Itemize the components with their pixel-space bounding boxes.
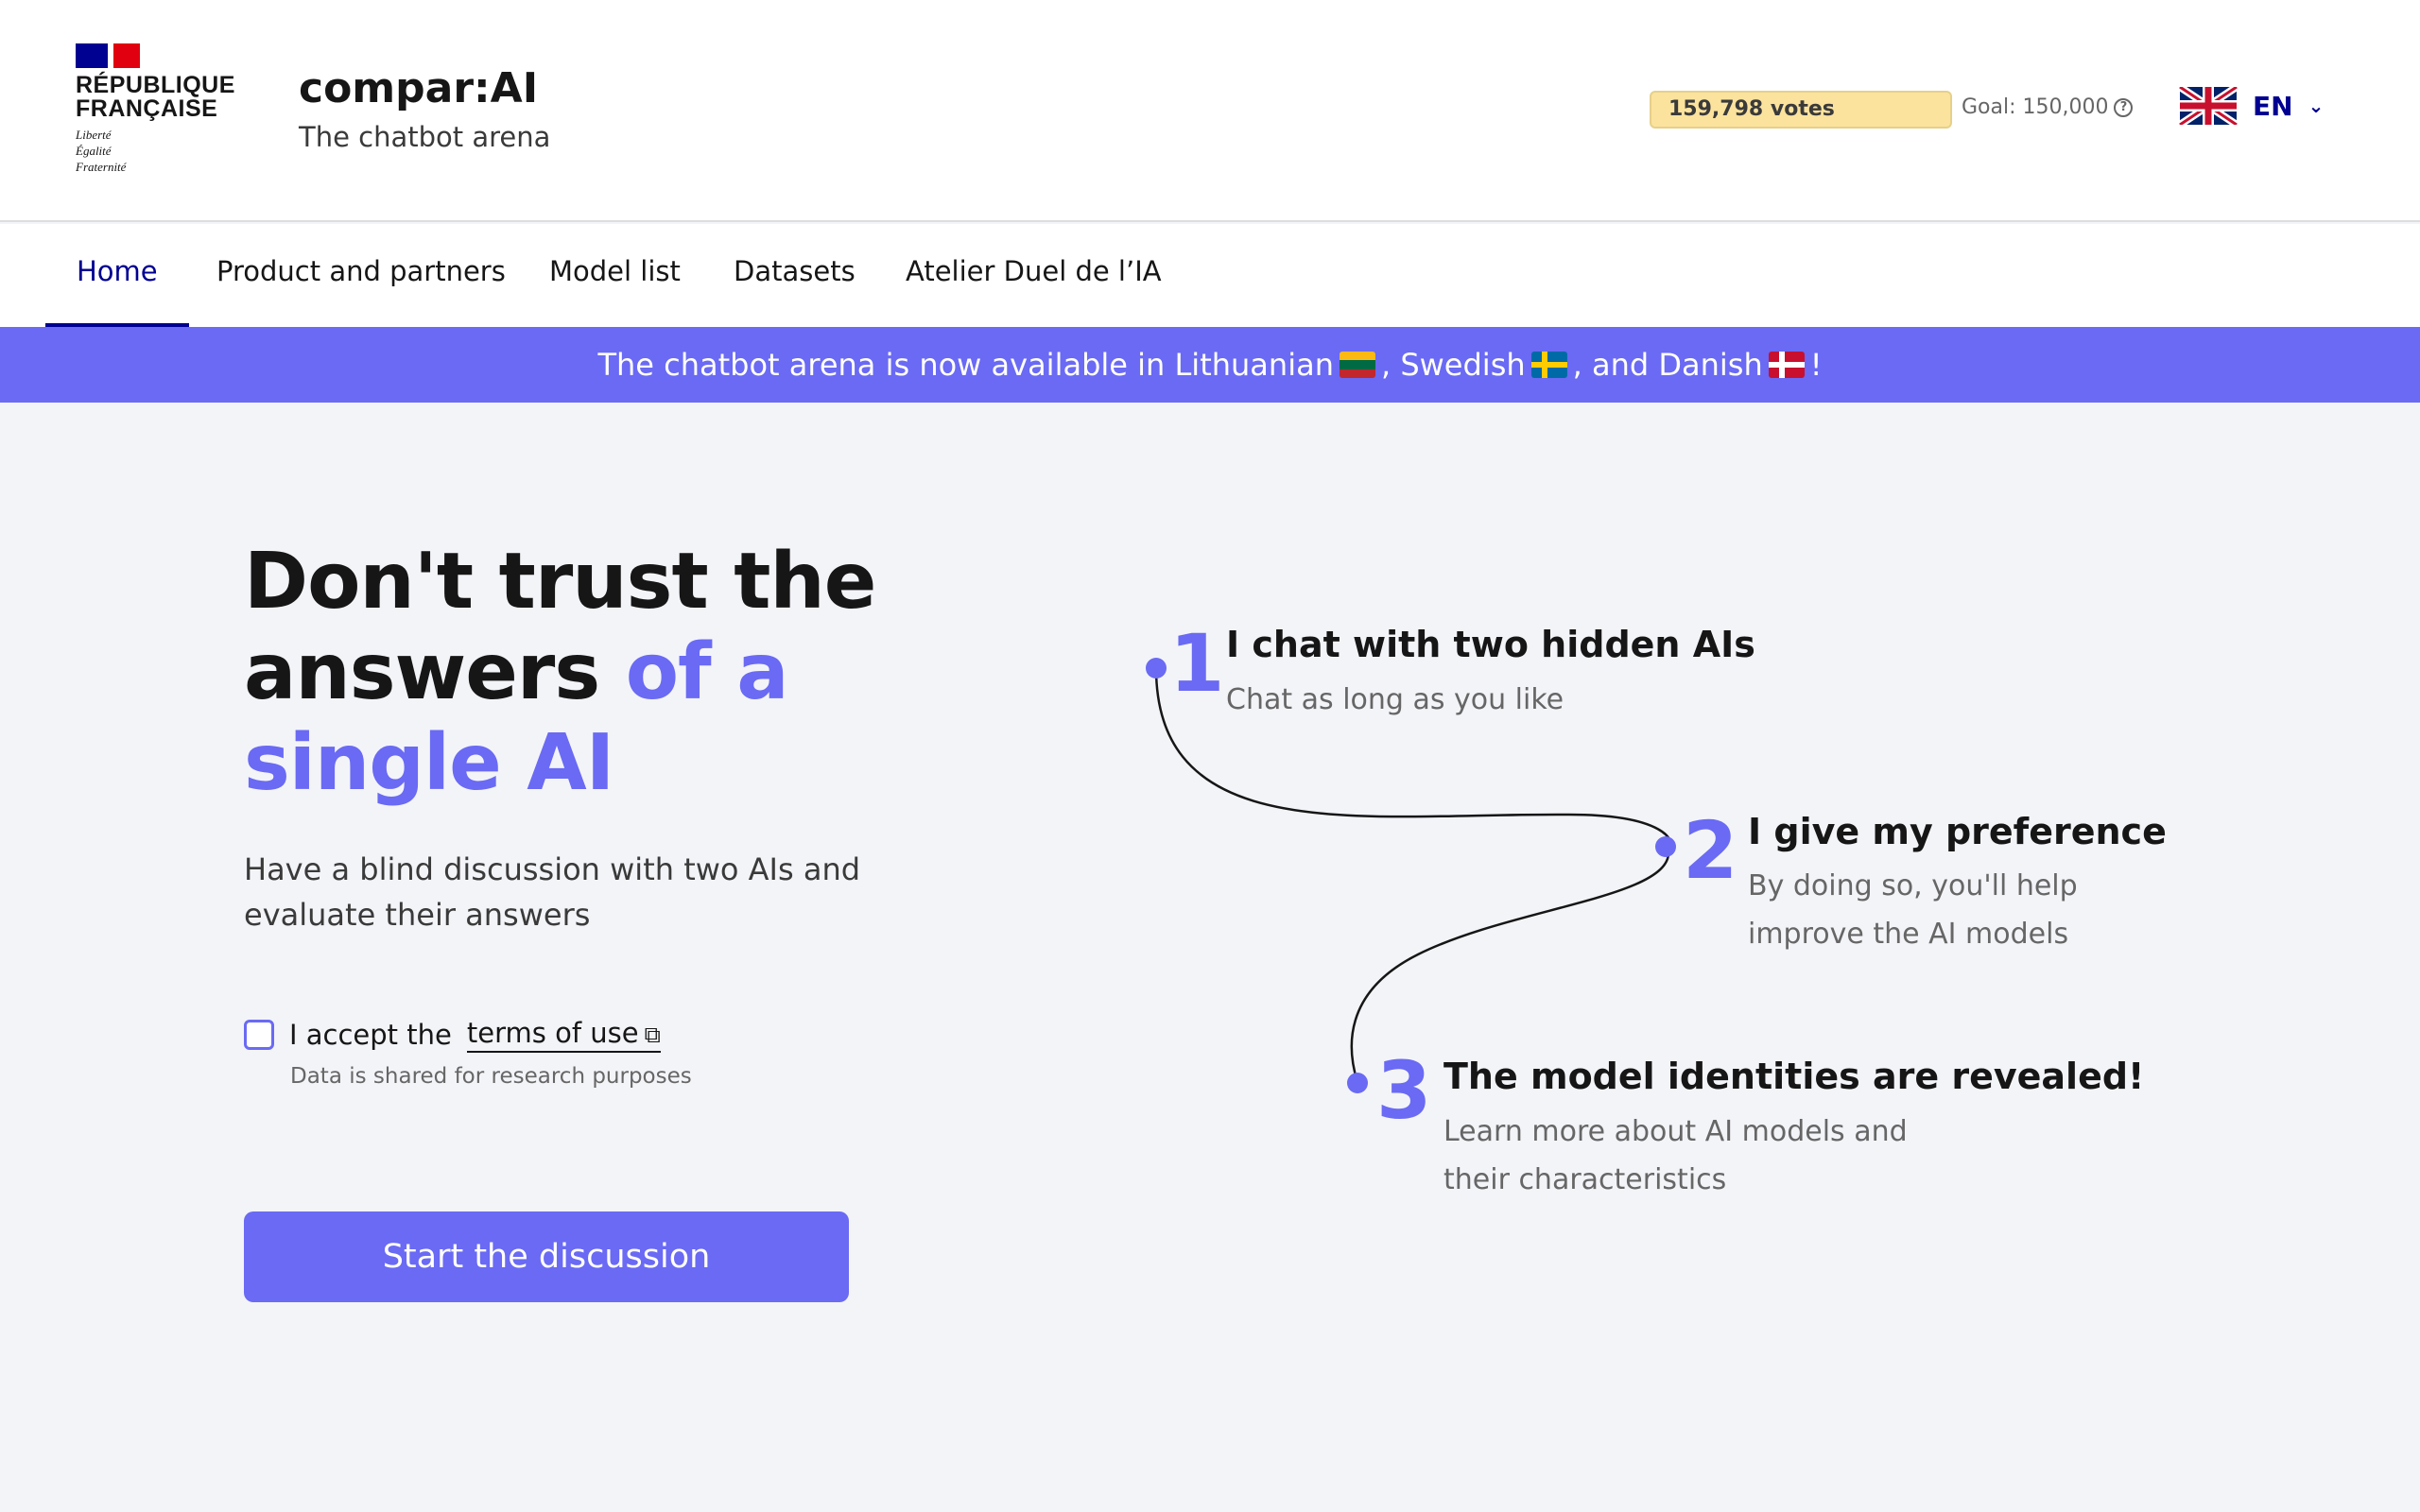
step-1-desc: Chat as long as you like [1226, 683, 1564, 716]
nav-product-partners[interactable]: Product and partners [216, 224, 506, 327]
hero-subtitle: Have a blind discussion with two AIs and… [244, 851, 861, 933]
gov-motto: Liberté Égalité Fraternité [76, 127, 236, 175]
announcement-banner: The chatbot arena is now available in Li… [0, 327, 2420, 403]
gov-motto-1: Liberté [76, 128, 112, 142]
terms-prefix: I accept the [289, 1019, 452, 1051]
terms-checkbox[interactable] [244, 1020, 274, 1050]
step-2-title: I give my preference [1748, 811, 2167, 852]
step-3-dot [1347, 1073, 1368, 1093]
banner-text-3: , and Danish [1572, 347, 1763, 383]
nav-datasets[interactable]: Datasets [734, 224, 856, 327]
uk-flag-icon [2179, 87, 2238, 125]
gov-motto-2: Égalité [76, 144, 112, 158]
terms-consent: I accept the terms of use ⧉ [244, 1017, 661, 1053]
gov-motto-3: Fraternité [76, 160, 127, 174]
votes-count: 159,798 votes [1668, 97, 1835, 121]
denmark-flag-icon [1768, 352, 1805, 378]
banner-text-4: ! [1809, 347, 1823, 383]
terms-of-use-link[interactable]: terms of use ⧉ [466, 1017, 661, 1053]
votes-progress-badge: 159,798 votes [1650, 91, 1952, 129]
gov-name-line2: FRANÇAISE [76, 95, 218, 122]
step-3-title: The model identities are revealed! [1443, 1056, 2145, 1097]
site-title[interactable]: compar:AI [299, 64, 538, 112]
votes-goal: Goal: 150,000 ? [1962, 95, 2134, 119]
goal-label: Goal: 150,000 [1962, 95, 2109, 119]
site-tagline: The chatbot arena [299, 121, 551, 153]
step-1-number: 1 [1169, 617, 1225, 710]
banner-text-2: , Swedish [1380, 347, 1526, 383]
language-label: EN [2253, 90, 2293, 122]
marianne-icon [76, 43, 140, 68]
main-nav: Home Product and partners Model list Dat… [0, 224, 2420, 327]
step-2-number: 2 [1683, 804, 1738, 897]
terms-link-label: terms of use [466, 1017, 639, 1049]
lithuania-flag-icon [1339, 352, 1375, 378]
start-discussion-button[interactable]: Start the discussion [244, 1211, 849, 1302]
step-3-number: 3 [1376, 1044, 1432, 1137]
step-2-dot [1655, 836, 1676, 857]
sweden-flag-icon [1530, 352, 1567, 378]
gov-name-line1: RÉPUBLIQUE [76, 72, 235, 98]
language-selector[interactable]: EN ⌄ [2179, 87, 2324, 125]
nav-atelier-duel[interactable]: Atelier Duel de l’IA [906, 224, 1162, 327]
step-3-desc: Learn more about AI models and their cha… [1443, 1115, 1908, 1196]
chevron-down-icon: ⌄ [2308, 94, 2325, 117]
nav-model-list[interactable]: Model list [549, 224, 681, 327]
step-1-title: I chat with two hidden AIs [1226, 624, 1755, 665]
nav-home[interactable]: Home [45, 224, 189, 327]
external-link-icon: ⧉ [644, 1022, 661, 1048]
terms-note: Data is shared for research purposes [290, 1064, 692, 1089]
republique-francaise-logo[interactable]: RÉPUBLIQUE FRANÇAISE Liberté Égalité Fra… [76, 43, 236, 175]
step-2-desc: By doing so, you'll help improve the AI … [1748, 869, 2078, 951]
step-1-dot [1146, 658, 1167, 679]
help-icon[interactable]: ? [2114, 97, 2134, 117]
hero-title: Don't trust the answers of a single AI [244, 537, 906, 809]
banner-text-1: The chatbot arena is now available in Li… [597, 347, 1334, 383]
site-header: RÉPUBLIQUE FRANÇAISE Liberté Égalité Fra… [0, 0, 2420, 222]
